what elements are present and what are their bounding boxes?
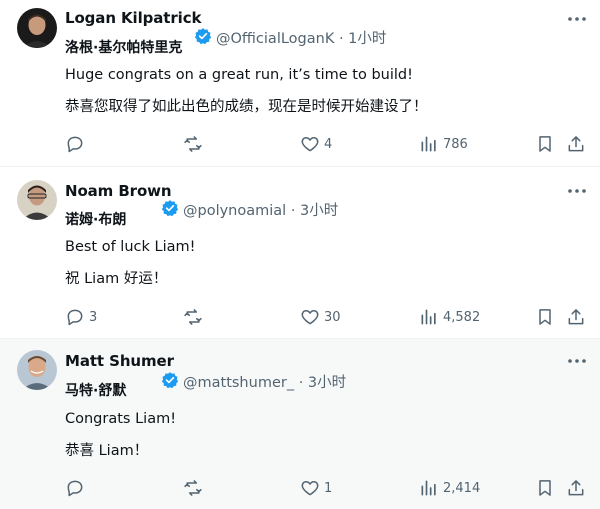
author-name[interactable]: Logan Kilpatrick bbox=[65, 9, 201, 27]
share-icon bbox=[568, 309, 584, 325]
tweet-text-line: 恭喜您取得了如此出色的成绩，现在是时候开始建设了！ bbox=[65, 99, 428, 115]
heart-icon bbox=[301, 481, 319, 496]
bookmark-button[interactable] bbox=[535, 478, 555, 498]
retweet-icon bbox=[184, 480, 202, 496]
like-count: 30 bbox=[324, 309, 341, 325]
tweet-noam[interactable]: Noam Brown 诺姆·布朗 @polynoamial · 3小时 Best… bbox=[0, 167, 600, 339]
bookmark-icon bbox=[539, 480, 551, 496]
views-count: 786 bbox=[443, 136, 468, 152]
verified-badge-icon bbox=[161, 199, 179, 217]
views-icon bbox=[421, 136, 436, 152]
views-count: 4,582 bbox=[443, 309, 481, 325]
views-icon bbox=[421, 480, 436, 496]
like-count: 1 bbox=[324, 480, 333, 496]
like-button[interactable]: 1 bbox=[300, 478, 332, 498]
views-button[interactable]: 4,582 bbox=[419, 307, 480, 327]
more-icon[interactable] bbox=[565, 9, 589, 29]
author-name[interactable]: Matt Shumer bbox=[65, 352, 174, 370]
reply-icon bbox=[67, 309, 83, 326]
share-button[interactable] bbox=[566, 134, 586, 154]
timestamp[interactable]: 1小时 bbox=[348, 31, 386, 47]
share-icon bbox=[568, 480, 584, 496]
tweet-matt[interactable]: Matt Shumer 马特·舒默 @mattshumer_ · 3小时 Con… bbox=[0, 339, 600, 509]
views-button[interactable]: 786 bbox=[419, 134, 468, 154]
heart-icon bbox=[301, 310, 319, 325]
tweet-text-line: 祝 Liam 好运！ bbox=[65, 271, 168, 287]
timestamp[interactable]: 3小时 bbox=[308, 375, 346, 391]
views-count: 2,414 bbox=[443, 480, 481, 496]
reply-button[interactable]: 3 bbox=[65, 307, 97, 327]
views-button[interactable]: 2,414 bbox=[419, 478, 480, 498]
avatar[interactable] bbox=[17, 8, 57, 48]
handle[interactable]: @mattshumer_ bbox=[183, 375, 294, 391]
handle[interactable]: @OfficialLoganK bbox=[216, 31, 334, 47]
bookmark-button[interactable] bbox=[535, 307, 555, 327]
handle-time: @mattshumer_ · 3小时 bbox=[183, 371, 346, 392]
handle-time: @polynoamial · 3小时 bbox=[183, 199, 338, 220]
reply-button[interactable] bbox=[65, 478, 89, 498]
bookmark-icon bbox=[539, 309, 551, 325]
views-icon bbox=[421, 309, 436, 325]
timestamp[interactable]: 3小时 bbox=[300, 203, 338, 219]
reply-count: 3 bbox=[89, 309, 98, 325]
handle-time: @OfficialLoganK · 1小时 bbox=[216, 27, 386, 48]
verified-badge-icon bbox=[161, 371, 179, 389]
tweet-logan[interactable]: Logan Kilpatrick 洛根·基尔帕特里克 @OfficialLoga… bbox=[0, 0, 600, 167]
bookmark-icon bbox=[539, 136, 551, 152]
avatar[interactable] bbox=[17, 350, 57, 390]
tweet-text-line: Congrats Liam! bbox=[65, 411, 177, 427]
tweet-text-line: Huge congrats on a great run, it’s time … bbox=[65, 67, 413, 83]
verified-badge-icon bbox=[194, 27, 212, 45]
retweet-button[interactable] bbox=[183, 134, 207, 154]
tweet-text-line: Best of luck Liam! bbox=[65, 239, 196, 255]
retweet-button[interactable] bbox=[183, 478, 207, 498]
more-icon[interactable] bbox=[565, 351, 589, 371]
more-icon[interactable] bbox=[565, 181, 589, 201]
like-count: 4 bbox=[324, 136, 333, 152]
handle[interactable]: @polynoamial bbox=[183, 203, 286, 219]
tweet-text-line: 恭喜 Liam！ bbox=[65, 443, 149, 459]
share-icon bbox=[568, 136, 584, 152]
author-name[interactable]: Noam Brown bbox=[65, 182, 172, 200]
retweet-icon bbox=[184, 309, 202, 325]
share-button[interactable] bbox=[566, 478, 586, 498]
display-name-cn: 马特·舒默 bbox=[65, 383, 127, 399]
separator: · bbox=[290, 203, 296, 219]
display-name-cn: 诺姆·布朗 bbox=[65, 212, 127, 228]
separator: · bbox=[298, 375, 304, 391]
avatar[interactable] bbox=[17, 180, 57, 220]
heart-icon bbox=[301, 137, 319, 152]
reply-icon bbox=[67, 136, 83, 153]
share-button[interactable] bbox=[566, 307, 586, 327]
separator: · bbox=[338, 31, 344, 47]
like-button[interactable]: 30 bbox=[300, 307, 341, 327]
bookmark-button[interactable] bbox=[535, 134, 555, 154]
reply-icon bbox=[67, 480, 83, 497]
reply-button[interactable] bbox=[65, 134, 89, 154]
retweet-icon bbox=[184, 136, 202, 152]
retweet-button[interactable] bbox=[183, 307, 207, 327]
display-name-cn: 洛根·基尔帕特里克 bbox=[65, 40, 183, 56]
like-button[interactable]: 4 bbox=[300, 134, 332, 154]
